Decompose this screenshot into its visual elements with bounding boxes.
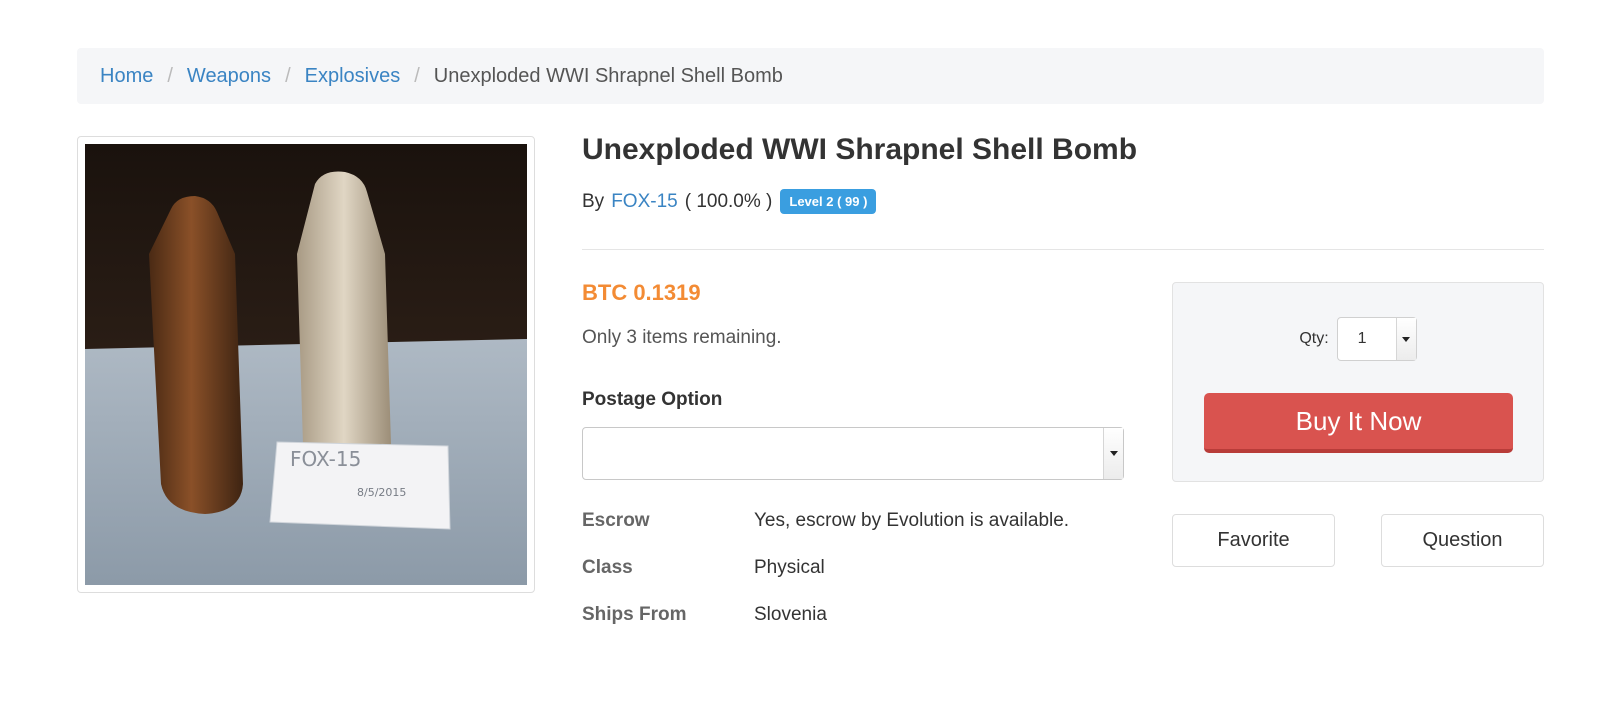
favorite-button[interactable]: Favorite <box>1172 514 1335 567</box>
buy-panel: Qty: 1 Buy It Now <box>1172 282 1544 482</box>
chevron-down-icon <box>1395 318 1416 360</box>
quantity-row: Qty: 1 <box>1173 317 1543 361</box>
detail-key: Escrow <box>582 510 650 531</box>
postage-option-label: Postage Option <box>582 389 723 410</box>
detail-key: Ships From <box>582 604 687 625</box>
seller-info: By FOX-15 ( 100.0% ) Level 2 ( 99 ) <box>582 189 877 214</box>
detail-value: Slovenia <box>754 604 827 625</box>
image-label-line1: FOX-15 <box>290 447 361 471</box>
seller-rating: ( 100.0% ) <box>684 190 773 212</box>
breadcrumb-separator: / <box>285 64 291 87</box>
breadcrumb-separator: / <box>414 64 420 87</box>
seller-prefix: By <box>582 190 605 212</box>
question-button[interactable]: Question <box>1381 514 1544 567</box>
product-details: Escrow Yes, escrow by Evolution is avail… <box>582 510 1069 651</box>
qty-label: Qty: <box>1299 330 1329 347</box>
image-label-line2: 8/5/2015 <box>357 486 406 499</box>
postage-option-select[interactable] <box>582 427 1124 480</box>
detail-key: Class <box>582 557 633 578</box>
detail-value: Physical <box>754 557 825 578</box>
breadcrumb: Home / Weapons / Explosives / Unexploded… <box>77 48 1544 104</box>
detail-value: Yes, escrow by Evolution is available. <box>754 510 1070 531</box>
detail-row-escrow: Escrow Yes, escrow by Evolution is avail… <box>582 510 1069 557</box>
breadcrumb-current: Unexploded WWI Shrapnel Shell Bomb <box>433 64 783 87</box>
seller-level-badge: Level 2 ( 99 ) <box>780 189 877 214</box>
detail-row-class: Class Physical <box>582 557 1069 604</box>
breadcrumb-home-link[interactable]: Home <box>100 65 153 88</box>
breadcrumb-explosives-link[interactable]: Explosives <box>305 65 401 88</box>
product-price: BTC 0.1319 <box>582 280 701 305</box>
chevron-down-icon <box>1103 428 1123 479</box>
product-image: FOX-15 8/5/2015 <box>85 144 527 585</box>
product-title: Unexploded WWI Shrapnel Shell Bomb <box>582 133 1138 166</box>
seller-link[interactable]: FOX-15 <box>611 191 678 213</box>
buy-it-now-button[interactable]: Buy It Now <box>1204 393 1513 453</box>
quantity-select[interactable]: 1 <box>1336 317 1417 361</box>
quantity-value: 1 <box>1357 330 1367 347</box>
breadcrumb-separator: / <box>167 64 173 87</box>
divider <box>582 249 1544 250</box>
breadcrumb-weapons-link[interactable]: Weapons <box>187 65 271 88</box>
product-image-frame[interactable]: FOX-15 8/5/2015 <box>77 136 535 593</box>
stock-remaining: Only 3 items remaining. <box>582 327 782 348</box>
detail-row-ships-from: Ships From Slovenia <box>582 604 1069 651</box>
